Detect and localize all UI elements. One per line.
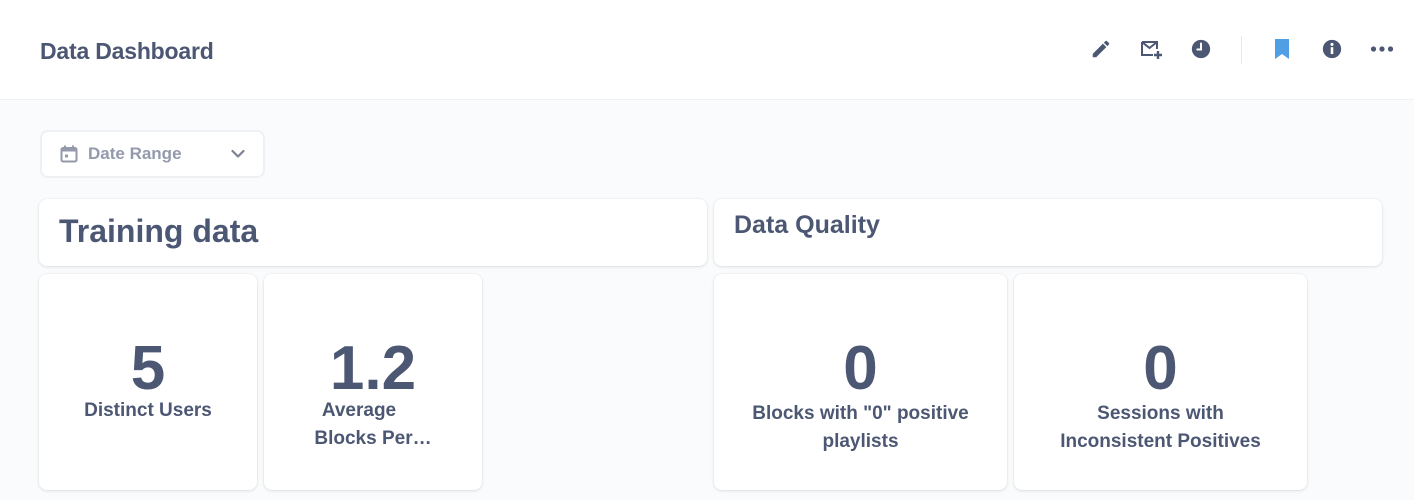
training-heading: Training data xyxy=(59,213,259,249)
quality-heading-card: Data Quality xyxy=(714,199,1382,266)
zero-blocks-card[interactable]: 0 Blocks with "0" positive playlists xyxy=(714,274,1007,490)
distinct-users-value: 5 xyxy=(130,334,166,403)
date-range-label: Date Range xyxy=(88,144,182,163)
subscription-icon[interactable] xyxy=(1136,34,1166,64)
chevron-down-icon xyxy=(231,149,245,159)
zero-blocks-label-line2: playlists xyxy=(822,431,899,452)
date-range-filter[interactable]: Date Range xyxy=(40,130,265,178)
page-title: Data Dashboard xyxy=(40,38,214,64)
avg-blocks-label-line1: Average xyxy=(321,400,397,421)
bookmark-icon[interactable] xyxy=(1267,34,1297,64)
avg-blocks-card[interactable]: 1.2 Average Blocks Per… xyxy=(264,274,482,490)
zero-blocks-value: 0 xyxy=(843,334,878,403)
dashboard-header: Data Dashboard xyxy=(0,0,1414,100)
inconsistent-sessions-label-line2: Inconsistent Positives xyxy=(1060,431,1261,452)
inconsistent-sessions-value: 0 xyxy=(1143,334,1178,403)
more-icon[interactable] xyxy=(1367,34,1397,64)
avg-blocks-value: 1.2 xyxy=(329,334,417,403)
pencil-icon[interactable] xyxy=(1086,34,1116,64)
inconsistent-sessions-label-line1: Sessions with xyxy=(1097,403,1224,424)
info-icon[interactable] xyxy=(1317,34,1347,64)
distinct-users-card[interactable]: 5 Distinct Users xyxy=(39,274,257,490)
zero-blocks-label-line1: Blocks with "0" positive xyxy=(752,403,969,424)
quality-heading: Data Quality xyxy=(734,211,880,239)
header-divider xyxy=(1241,36,1242,64)
distinct-users-label: Distinct Users xyxy=(84,400,212,421)
clock-icon[interactable] xyxy=(1186,34,1216,64)
calendar-icon xyxy=(60,145,78,163)
inconsistent-sessions-card[interactable]: 0 Sessions with Inconsistent Positives xyxy=(1014,274,1307,490)
training-heading-card: Training data xyxy=(39,199,707,266)
avg-blocks-label-line2: Blocks Per… xyxy=(314,428,432,449)
